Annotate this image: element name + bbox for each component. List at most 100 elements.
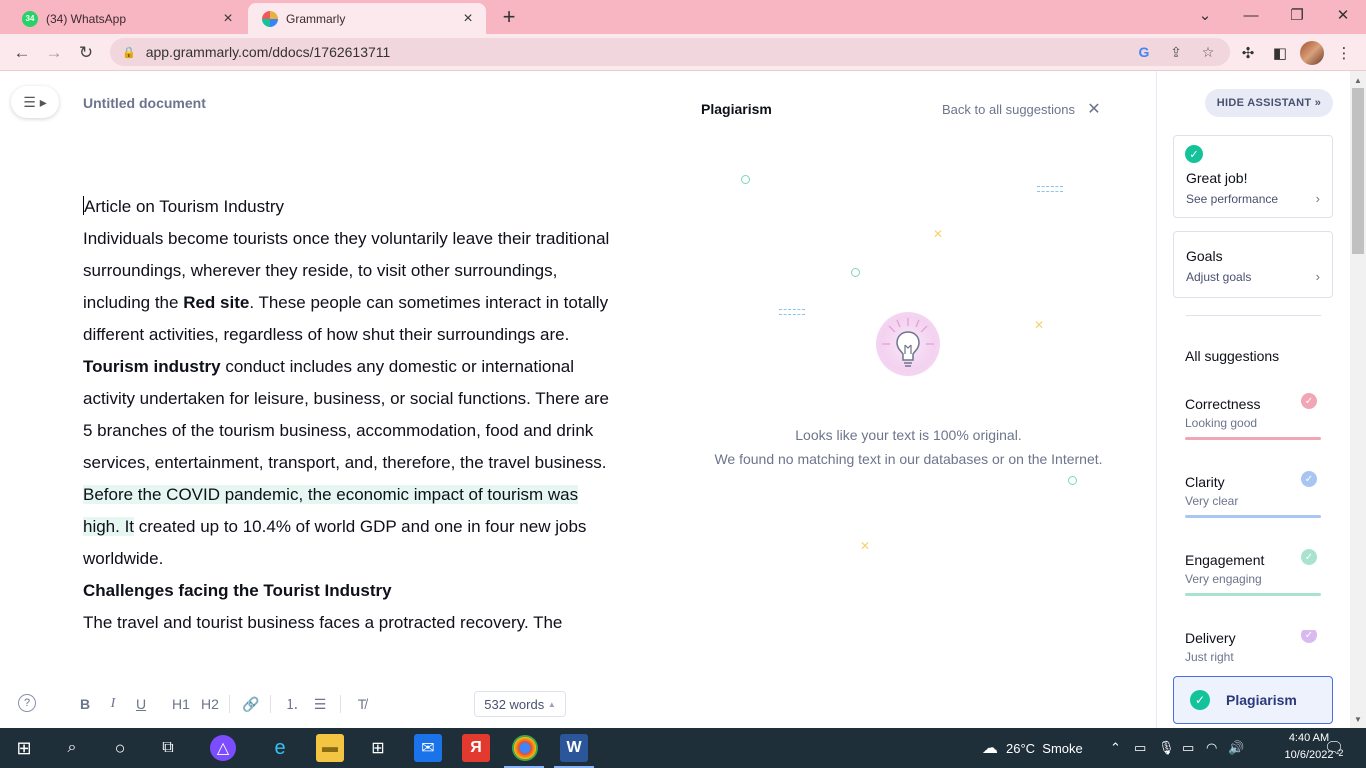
goals-card[interactable]: Goals Adjust goals › xyxy=(1173,231,1333,298)
chevron-right-icon: › xyxy=(1315,269,1320,284)
check-circle-icon: ✓ xyxy=(1301,393,1317,409)
lock-icon: 🔒 xyxy=(122,46,136,59)
link-icon[interactable]: 🔗 xyxy=(241,694,261,714)
extensions-puzzle-icon[interactable]: ✣ xyxy=(1237,42,1259,64)
check-circle-icon: ✓ xyxy=(1301,549,1317,565)
bullet-list-icon[interactable]: ☰ xyxy=(310,694,330,714)
decorative-circle xyxy=(851,268,860,277)
microsoft-store-icon[interactable]: ⊞ xyxy=(364,734,392,762)
side-panel-icon[interactable]: ◧ xyxy=(1269,42,1291,64)
back-arrow-icon[interactable]: ← xyxy=(9,40,35,66)
scroll-down-arrow-icon[interactable]: ▼ xyxy=(1352,713,1364,725)
help-icon[interactable]: ? xyxy=(18,694,36,712)
word-count-button[interactable]: 532 words ▲ xyxy=(474,691,566,717)
chrome-browser-icon[interactable] xyxy=(512,735,538,761)
minimize-icon[interactable]: — xyxy=(1228,0,1274,30)
cortana-circle-icon[interactable]: ○ xyxy=(106,734,134,762)
numbered-list-icon[interactable]: ⒈ xyxy=(282,694,302,714)
close-icon[interactable]: × xyxy=(220,10,236,27)
yandex-browser-icon[interactable]: Я xyxy=(462,734,490,762)
decorative-dashes xyxy=(779,309,805,315)
whatsapp-icon: 34 xyxy=(22,10,38,27)
reload-icon[interactable]: ↻ xyxy=(73,40,99,66)
profile-avatar[interactable] xyxy=(1300,41,1324,65)
document-title[interactable]: Untitled document xyxy=(83,95,206,111)
adjust-goals-link[interactable]: Adjust goals xyxy=(1186,270,1251,284)
tray-overflow-chevron-icon[interactable]: ⌃ xyxy=(1110,728,1121,768)
weather-cloud-icon: ☁ xyxy=(982,740,998,757)
document-heading: Article on Tourism Industry xyxy=(83,196,284,216)
search-icon[interactable]: ⌕ xyxy=(58,734,86,762)
toolbar-divider xyxy=(229,695,230,713)
file-explorer-icon[interactable]: ▬ xyxy=(316,734,344,762)
decorative-sparkle: ✕ xyxy=(933,227,944,241)
weather-widget[interactable]: ☁ 26°C Smoke xyxy=(982,728,1083,768)
alice-assistant-icon[interactable]: △ xyxy=(210,735,236,761)
plagiarism-button[interactable]: ✓ Plagiarism xyxy=(1173,676,1333,724)
restore-icon[interactable]: ❐ xyxy=(1274,0,1320,30)
category-bar xyxy=(1185,593,1321,596)
address-bar[interactable]: 🔒 app.grammarly.com/ddocs/1762613711 G ⇪… xyxy=(110,38,1230,66)
bold-icon[interactable]: B xyxy=(76,694,94,714)
new-tab-plus-icon[interactable]: + xyxy=(498,6,520,28)
no-match-message: We found no matching text in our databas… xyxy=(714,451,1103,467)
decorative-circle xyxy=(1068,476,1077,485)
document-editor[interactable]: Article on Tourism Industry Individuals … xyxy=(83,191,613,671)
subheading: Challenges facing the Tourist Industry xyxy=(83,581,392,600)
decorative-circle xyxy=(741,175,750,184)
wifi-icon[interactable]: ◠ xyxy=(1206,728,1217,768)
grammarly-icon xyxy=(262,10,278,27)
clear-formatting-icon[interactable]: T̸ xyxy=(352,694,372,714)
word-app-icon[interactable]: W xyxy=(560,734,588,762)
sidebar-divider xyxy=(1186,315,1321,316)
menu-kebab-icon[interactable]: ⋮ xyxy=(1333,42,1355,64)
toolbar-divider xyxy=(340,695,341,713)
check-circle-icon: ✓ xyxy=(1185,145,1203,163)
hamburger-menu-icon[interactable]: ☰ ▸ xyxy=(11,86,59,118)
category-engagement[interactable]: Engagement Very engaging ✓ xyxy=(1185,549,1321,596)
battery-icon[interactable]: ▭ xyxy=(1182,728,1194,768)
meet-now-icon[interactable]: ▭ xyxy=(1134,728,1146,768)
tab-title: Grammarly xyxy=(286,11,346,26)
forward-arrow-icon[interactable]: → xyxy=(41,40,67,66)
performance-title: Great job! xyxy=(1186,170,1248,186)
heading2-button[interactable]: H2 xyxy=(199,694,221,714)
see-performance-link[interactable]: See performance xyxy=(1186,192,1278,206)
italic-icon[interactable]: I xyxy=(104,694,122,714)
notification-center-icon[interactable]: 🗨 2 xyxy=(1324,728,1344,768)
mail-icon[interactable]: ✉ xyxy=(414,734,442,762)
scroll-up-arrow-icon[interactable]: ▲ xyxy=(1352,74,1364,86)
windows-start-icon[interactable]: ⊞ xyxy=(10,734,38,762)
underline-icon[interactable]: U xyxy=(132,694,150,714)
paragraph-2: The travel and tourist business faces a … xyxy=(83,613,563,632)
close-icon[interactable]: × xyxy=(460,10,476,27)
microphone-icon[interactable]: 🎙 xyxy=(1158,728,1175,768)
edge-browser-icon[interactable]: e xyxy=(266,734,294,762)
close-icon[interactable]: ✕ xyxy=(1085,100,1103,118)
tab-title: (34) WhatsApp xyxy=(46,11,127,26)
plagiarism-panel-title: Plagiarism xyxy=(701,101,772,117)
scrollbar-thumb[interactable] xyxy=(1352,88,1364,254)
tab-search-chevron-icon[interactable]: ⌄ xyxy=(1182,0,1228,30)
address-toolbar: ← → ↻ 🔒 app.grammarly.com/ddocs/17626137… xyxy=(0,34,1366,71)
tab-grammarly[interactable]: Grammarly × xyxy=(248,3,486,34)
hide-assistant-button[interactable]: HIDE ASSISTANT » xyxy=(1205,89,1333,117)
performance-card[interactable]: ✓ Great job! See performance › xyxy=(1173,135,1333,218)
original-text-message: Looks like your text is 100% original. xyxy=(795,427,1022,443)
tab-whatsapp[interactable]: 34 (34) WhatsApp × xyxy=(8,3,246,34)
window-close-icon[interactable]: ✕ xyxy=(1320,0,1366,30)
category-delivery[interactable]: Delivery Just right ✓ xyxy=(1185,630,1321,664)
toolbar-divider xyxy=(270,695,271,713)
category-bar xyxy=(1185,437,1321,440)
category-correctness[interactable]: Correctness Looking good ✓ xyxy=(1185,393,1321,440)
task-view-icon[interactable]: ⧉ xyxy=(154,734,182,762)
volume-icon[interactable]: 🔊 xyxy=(1228,728,1244,768)
decorative-dashes xyxy=(1037,186,1063,192)
share-icon[interactable]: ⇪ xyxy=(1166,42,1186,62)
back-to-suggestions-link[interactable]: Back to all suggestions xyxy=(942,102,1075,117)
google-translate-icon[interactable]: G xyxy=(1134,42,1154,62)
heading1-button[interactable]: H1 xyxy=(170,694,192,714)
category-clarity[interactable]: Clarity Very clear ✓ xyxy=(1185,471,1321,518)
bookmark-star-icon[interactable]: ☆ xyxy=(1198,42,1218,62)
all-suggestions-link[interactable]: All suggestions xyxy=(1185,348,1279,364)
